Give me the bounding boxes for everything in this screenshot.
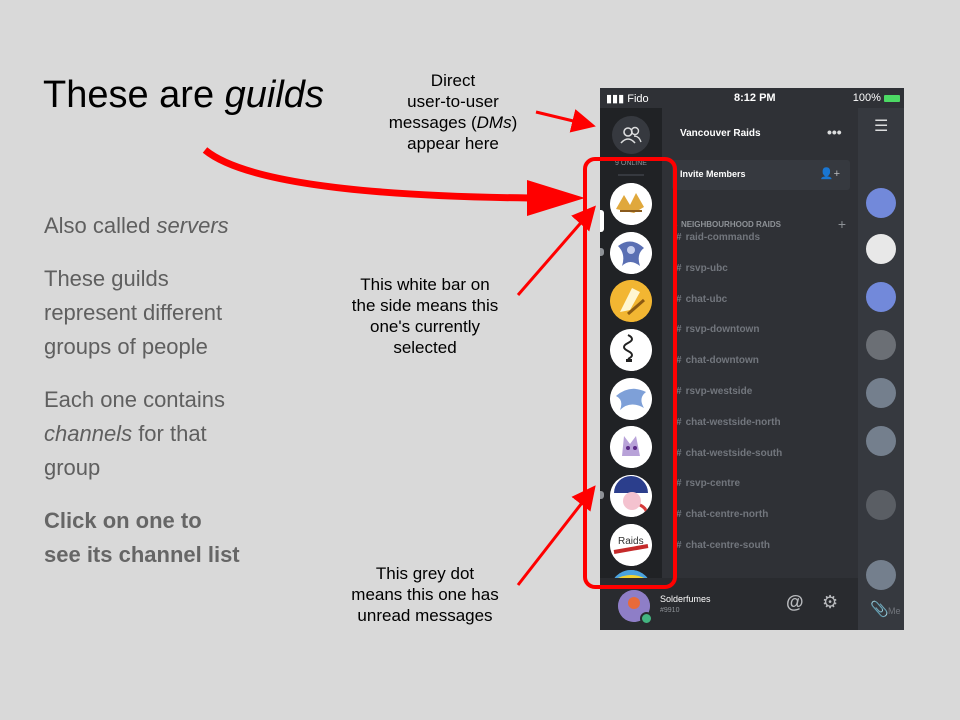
guild-highlight-box <box>583 157 677 589</box>
annotation-overlay <box>202 109 677 589</box>
guild-arrow <box>202 147 531 202</box>
selected-bar-arrow <box>516 205 596 296</box>
unread-dot-arrow <box>516 485 596 586</box>
guild-arrowhead <box>527 180 585 216</box>
dm-arrow <box>535 109 596 133</box>
